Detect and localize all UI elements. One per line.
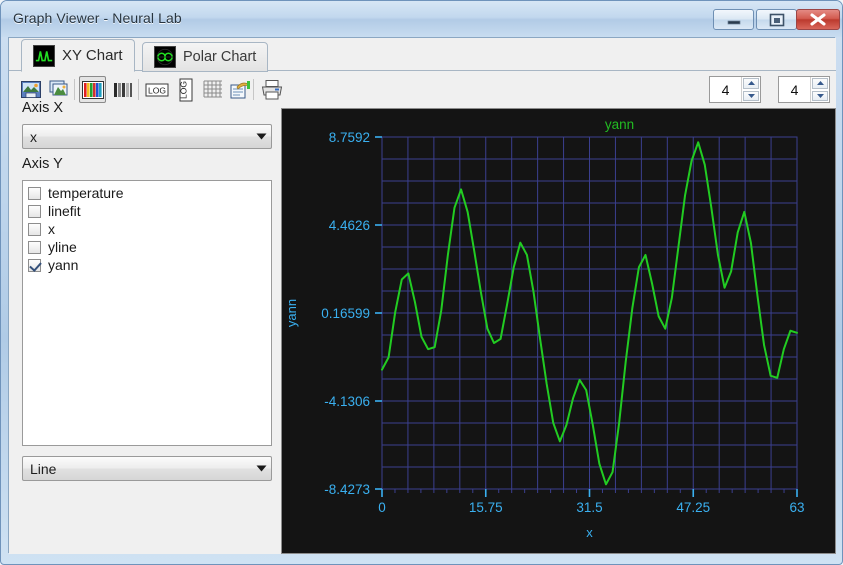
- chevron-down-icon: [251, 133, 271, 140]
- columns-spinner-down[interactable]: [743, 90, 759, 101]
- waveform-icon: [33, 44, 55, 67]
- chart-panel[interactable]: 8.7592 4.4626 0.16599 -4.1306 -8.4273 0 15.75…: [281, 108, 836, 554]
- grayscale-series-button[interactable]: [109, 76, 136, 103]
- client-area: XY Chart Polar Chart LOG LOG 4 4 Axis X …: [8, 37, 836, 554]
- checkbox-temperature[interactable]: [28, 186, 41, 200]
- log-y-button[interactable]: LOG: [172, 76, 199, 103]
- axis-y-series-list[interactable]: temperature linefit x yline yann: [22, 180, 272, 446]
- y-tick-label: 4.4626: [329, 218, 370, 233]
- color-series-button[interactable]: [79, 76, 106, 103]
- rows-spinner-up[interactable]: [812, 78, 828, 89]
- list-item-label: temperature: [48, 185, 124, 201]
- log-x-button[interactable]: LOG: [143, 76, 170, 103]
- polar-grid-icon: [154, 46, 176, 68]
- list-item-label: linefit: [48, 203, 81, 219]
- list-item-x[interactable]: x: [23, 220, 271, 238]
- axis-x-combobox[interactable]: x: [22, 124, 272, 149]
- axis-x-combobox-value: x: [30, 128, 37, 145]
- tab-polar-chart-label: Polar Chart: [183, 49, 257, 65]
- grid-button[interactable]: [199, 76, 226, 103]
- y-tick-label: 8.7592: [329, 130, 370, 145]
- list-item-label: x: [48, 221, 55, 237]
- x-tick-label: 0: [378, 500, 386, 515]
- tab-xy-chart-label: XY Chart: [62, 47, 123, 64]
- save-image-icon: [20, 80, 41, 98]
- tab-strip: XY Chart Polar Chart: [9, 38, 836, 72]
- plot-type-combobox-value: Line: [30, 460, 57, 477]
- y-tick-label: -8.4273: [324, 482, 370, 497]
- list-item-yline[interactable]: yline: [23, 238, 271, 256]
- window-title: Graph Viewer - Neural Lab: [13, 10, 182, 26]
- xy-chart[interactable]: 8.7592 4.4626 0.16599 -4.1306 -8.4273 0 15.75…: [282, 109, 835, 553]
- rows-spinner-arrows: [810, 77, 829, 102]
- tab-polar-chart[interactable]: Polar Chart: [142, 42, 269, 72]
- print-button[interactable]: [258, 76, 285, 103]
- rows-spinner[interactable]: 4: [778, 76, 830, 103]
- copy-image-icon: [49, 80, 67, 95]
- rows-spinner-value[interactable]: 4: [779, 77, 810, 102]
- svg-text:LOG: LOG: [178, 81, 188, 99]
- list-item-yann[interactable]: yann: [23, 256, 271, 274]
- chevron-up-icon: [747, 81, 755, 86]
- chevron-down-icon: [251, 465, 271, 472]
- axis-y-label: Axis Y: [22, 156, 63, 172]
- log-y-icon: LOG: [178, 78, 192, 101]
- columns-spinner-value[interactable]: 4: [710, 77, 741, 102]
- restore-icon: [769, 13, 785, 27]
- checkbox-yann[interactable]: [28, 258, 41, 272]
- printer-icon: [261, 79, 282, 99]
- chevron-down-icon: [747, 93, 755, 98]
- log-x-icon: LOG: [145, 83, 168, 96]
- close-icon: [810, 13, 826, 26]
- toolbar-separator: [253, 79, 254, 100]
- chart-title: yann: [605, 117, 634, 132]
- gray-bars-icon: [113, 82, 132, 97]
- tab-xy-chart[interactable]: XY Chart: [21, 39, 135, 72]
- columns-spinner[interactable]: 4: [709, 76, 761, 103]
- plot-type-combobox[interactable]: Line: [22, 456, 272, 481]
- list-item-label: yline: [48, 239, 77, 255]
- list-item-linefit[interactable]: linefit: [23, 202, 271, 220]
- checkbox-x[interactable]: [28, 222, 41, 236]
- left-panel: Axis X x Axis Y temperature linefit x yl…: [9, 100, 281, 554]
- toolbar: LOG LOG 4 4: [9, 71, 836, 108]
- x-tick-label: 15.75: [469, 500, 503, 515]
- columns-spinner-arrows: [741, 77, 760, 102]
- color-bars-icon: [81, 80, 104, 99]
- toolbar-separator: [138, 79, 139, 100]
- maximize-button[interactable]: [756, 9, 797, 30]
- minimize-button[interactable]: [713, 9, 754, 30]
- columns-spinner-up[interactable]: [743, 78, 759, 89]
- checkbox-yline[interactable]: [28, 240, 41, 254]
- axis-x-label: Axis X: [22, 100, 64, 116]
- title-bar: Graph Viewer - Neural Lab: [1, 1, 842, 37]
- rows-spinner-down[interactable]: [812, 90, 828, 101]
- x-tick-label: 47.25: [676, 500, 710, 515]
- list-item-temperature[interactable]: temperature: [23, 184, 271, 202]
- chevron-up-icon: [816, 81, 824, 86]
- checkbox-linefit[interactable]: [28, 204, 41, 218]
- grid-icon: [203, 80, 222, 97]
- toolbar-separator: [74, 79, 75, 100]
- list-item-label: yann: [48, 257, 79, 273]
- x-tick-label: 31.5: [576, 500, 602, 515]
- chevron-down-icon: [816, 93, 824, 98]
- x-axis-title: x: [586, 525, 593, 540]
- svg-text:LOG: LOG: [148, 85, 166, 95]
- minimize-icon: [727, 20, 741, 25]
- y-tick-label: -4.1306: [324, 394, 370, 409]
- x-tick-label: 63: [789, 500, 804, 515]
- save-image-button[interactable]: [17, 76, 44, 103]
- y-axis-title: yann: [284, 299, 299, 327]
- y-tick-label: 0.16599: [321, 306, 370, 321]
- copy-image-button[interactable]: [46, 76, 73, 103]
- legend-icon: [230, 80, 250, 98]
- close-button[interactable]: [796, 9, 840, 30]
- application-window: Graph Viewer - Neural Lab XY Chart Polar…: [0, 0, 843, 565]
- legend-button[interactable]: [226, 76, 253, 103]
